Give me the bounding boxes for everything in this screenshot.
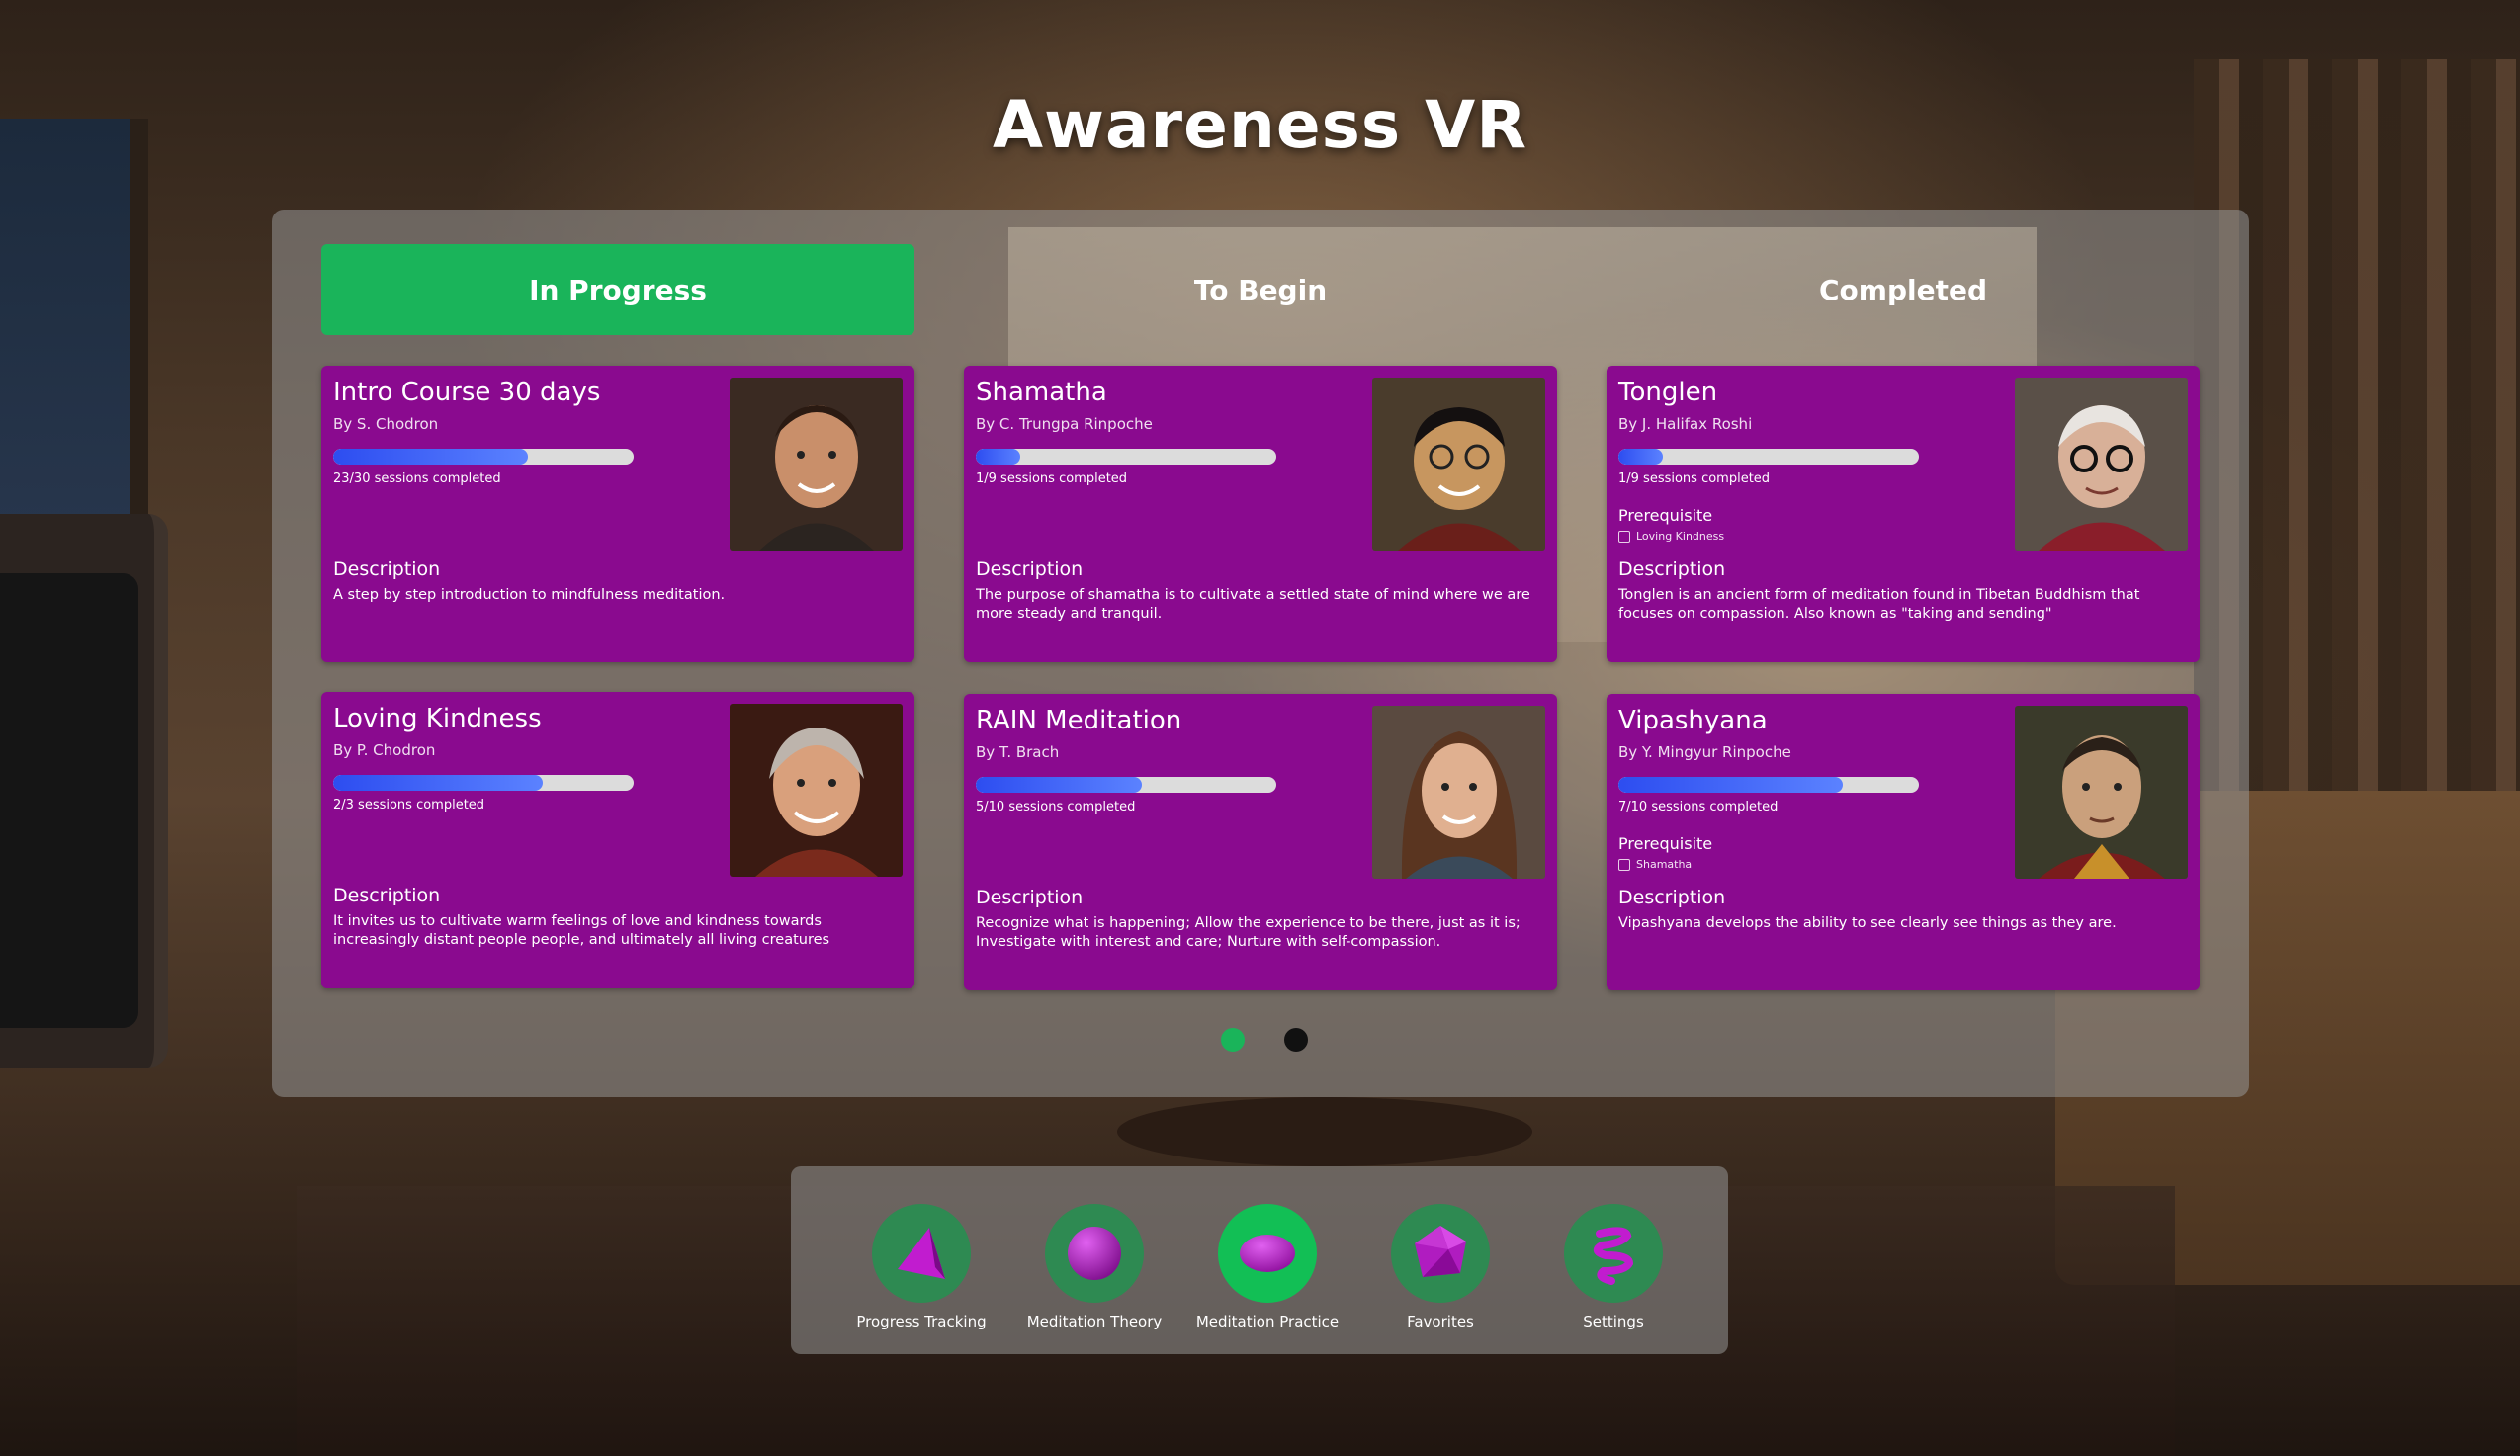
pagination-dot-2[interactable] <box>1284 1028 1308 1052</box>
dock-label: Meditation Practice <box>1195 1313 1340 1330</box>
description-label: Description <box>333 885 441 906</box>
dock-settings[interactable]: Settings <box>1534 1204 1693 1330</box>
bottom-dock: Progress Tracking Meditation Theory Medi… <box>791 1166 1728 1354</box>
description-label: Description <box>1618 558 1726 580</box>
progress-text: 1/9 sessions completed <box>976 471 1128 486</box>
progress-bar <box>1618 777 1919 793</box>
background-table <box>1117 1097 1532 1166</box>
course-author: By J. Halifax Roshi <box>1618 415 1753 433</box>
description-text: Vipashyana develops the ability to see c… <box>1618 915 2117 931</box>
tab-completed[interactable]: Completed <box>1607 244 2200 335</box>
dock-meditation-theory[interactable]: Meditation Theory <box>1015 1204 1173 1330</box>
course-title: Intro Course 30 days <box>333 378 601 407</box>
course-author: By S. Chodron <box>333 415 439 433</box>
dock-label: Settings <box>1583 1313 1644 1330</box>
spiral-icon[interactable] <box>1564 1204 1663 1303</box>
progress-fill <box>333 449 528 465</box>
course-author: By Y. Mingyur Rinpoche <box>1618 743 1791 761</box>
sphere-icon[interactable] <box>1045 1204 1144 1303</box>
progress-fill <box>1618 777 1843 793</box>
progress-bar <box>1618 449 1919 465</box>
progress-fill <box>333 775 543 791</box>
teacher-portrait <box>2015 706 2188 879</box>
dock-label: Meditation Theory <box>1026 1313 1163 1330</box>
progress-bar <box>976 449 1276 465</box>
dock-label: Favorites <box>1407 1313 1474 1330</box>
progress-bar <box>333 449 634 465</box>
course-title: Loving Kindness <box>333 704 542 733</box>
course-card-tonglen[interactable]: Tonglen By J. Halifax Roshi 1/9 sessions… <box>1607 366 2200 662</box>
progress-fill <box>1618 449 1663 465</box>
course-title: Tonglen <box>1618 378 1718 407</box>
polyhedron-icon[interactable] <box>1391 1204 1490 1303</box>
teacher-portrait <box>1372 378 1545 551</box>
tab-bar: In Progress To Begin Completed <box>321 244 2200 335</box>
teacher-portrait <box>1372 706 1545 879</box>
description-label: Description <box>333 558 441 580</box>
prerequisite-label: Prerequisite <box>1618 506 1713 525</box>
dock-favorites[interactable]: Favorites <box>1361 1204 1520 1330</box>
prerequisite-label: Prerequisite <box>1618 834 1713 853</box>
progress-bar <box>333 775 634 791</box>
course-card-shamatha[interactable]: Shamatha By C. Trungpa Rinpoche 1/9 sess… <box>964 366 1557 662</box>
prerequisite-checkbox[interactable] <box>1618 530 1630 543</box>
progress-fill <box>976 777 1143 793</box>
course-title: Shamatha <box>976 378 1107 407</box>
teacher-portrait <box>730 378 903 551</box>
pagination <box>1221 1028 1308 1052</box>
progress-text: 2/3 sessions completed <box>333 798 485 813</box>
description-text: It invites us to cultivate warm feelings… <box>333 913 830 948</box>
description-text: Recognize what is happening; Allow the e… <box>976 915 1521 950</box>
app-title: Awareness VR <box>992 87 1528 163</box>
courses-panel: In Progress To Begin Completed Intro Cou… <box>272 210 2249 1097</box>
dock-progress-tracking[interactable]: Progress Tracking <box>842 1204 1000 1330</box>
tab-in-progress[interactable]: In Progress <box>321 244 914 335</box>
course-author: By P. Chodron <box>333 741 436 759</box>
prerequisite-name: Loving Kindness <box>1636 530 1725 543</box>
progress-text: 1/9 sessions completed <box>1618 471 1771 486</box>
progress-fill <box>976 449 1020 465</box>
course-card-rain-meditation[interactable]: RAIN Meditation By T. Brach 5/10 session… <box>964 694 1557 990</box>
teacher-portrait <box>730 704 903 877</box>
background-tv-screen <box>0 573 138 1028</box>
ellipse-icon[interactable] <box>1218 1204 1317 1303</box>
pagination-dot-1[interactable] <box>1221 1028 1245 1052</box>
prerequisite-item[interactable]: Shamatha <box>1618 858 1692 871</box>
description-text: The purpose of shamatha is to cultivate … <box>976 587 1530 622</box>
progress-text: 5/10 sessions completed <box>976 800 1136 814</box>
description-label: Description <box>976 887 1084 908</box>
pyramid-icon[interactable] <box>872 1204 971 1303</box>
progress-text: 23/30 sessions completed <box>333 471 501 486</box>
prerequisite-checkbox[interactable] <box>1618 858 1630 871</box>
prerequisite-name: Shamatha <box>1636 858 1693 871</box>
progress-text: 7/10 sessions completed <box>1618 800 1779 814</box>
dock-meditation-practice[interactable]: Meditation Practice <box>1188 1204 1347 1330</box>
description-label: Description <box>1618 887 1726 908</box>
progress-bar <box>976 777 1276 793</box>
tab-to-begin[interactable]: To Begin <box>964 244 1557 335</box>
course-card-vipashyana[interactable]: Vipashyana By Y. Mingyur Rinpoche 7/10 s… <box>1607 694 2200 990</box>
description-label: Description <box>976 558 1084 580</box>
course-card-loving-kindness[interactable]: Loving Kindness By P. Chodron 2/3 sessio… <box>321 692 914 988</box>
course-author: By C. Trungpa Rinpoche <box>976 415 1153 433</box>
teacher-portrait <box>2015 378 2188 551</box>
description-text: A step by step introduction to mindfulne… <box>333 587 726 603</box>
course-title: RAIN Meditation <box>976 706 1182 735</box>
dock-label: Progress Tracking <box>856 1313 987 1330</box>
course-title: Vipashyana <box>1618 706 1768 735</box>
background-left-window <box>0 119 148 672</box>
description-text: Tonglen is an ancient form of meditation… <box>1618 587 2140 622</box>
course-card-intro-course[interactable]: Intro Course 30 days By S. Chodron 23/30… <box>321 366 914 662</box>
prerequisite-item[interactable]: Loving Kindness <box>1618 530 1724 543</box>
course-author: By T. Brach <box>976 743 1060 761</box>
background-tv <box>0 514 168 1068</box>
